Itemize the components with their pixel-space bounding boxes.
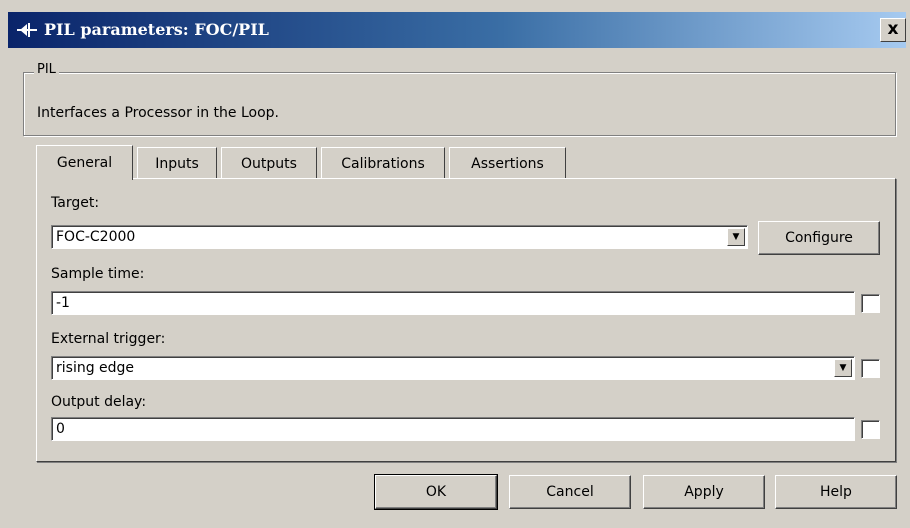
tab-calibrations[interactable]: Calibrations bbox=[321, 147, 445, 179]
external-trigger-value: rising edge bbox=[56, 360, 135, 376]
sample-time-label: Sample time: bbox=[51, 266, 145, 282]
sample-time-input[interactable]: -1 bbox=[51, 291, 855, 315]
close-button[interactable]: x bbox=[880, 18, 906, 42]
target-dropdown-button[interactable]: ▼ bbox=[727, 228, 745, 246]
external-trigger-label: External trigger: bbox=[51, 331, 166, 347]
output-delay-checkbox[interactable] bbox=[861, 420, 880, 439]
tab-inputs[interactable]: Inputs bbox=[137, 147, 217, 179]
block-icon bbox=[16, 20, 38, 40]
target-value: FOC-C2000 bbox=[56, 229, 136, 245]
ok-button[interactable]: OK bbox=[374, 474, 498, 510]
output-delay-value: 0 bbox=[56, 421, 65, 437]
apply-button[interactable]: Apply bbox=[643, 475, 765, 509]
close-icon: x bbox=[887, 19, 899, 39]
chevron-down-icon: ▼ bbox=[839, 363, 847, 373]
configure-label: Configure bbox=[785, 230, 853, 246]
window-title: PIL parameters: FOC/PIL bbox=[44, 20, 269, 39]
pil-group-box: PIL Interfaces a Processor in the Loop. bbox=[23, 62, 896, 136]
tab-general[interactable]: General bbox=[36, 145, 133, 180]
tab-label: General bbox=[56, 155, 113, 171]
title-bar[interactable]: PIL parameters: FOC/PIL x bbox=[8, 12, 906, 48]
tab-assertions[interactable]: Assertions bbox=[449, 147, 566, 179]
sample-time-checkbox[interactable] bbox=[861, 294, 880, 313]
tab-label: Assertions bbox=[471, 156, 544, 172]
target-label: Target: bbox=[51, 195, 100, 211]
external-trigger-dropdown[interactable]: rising edge bbox=[51, 356, 855, 380]
output-delay-label: Output delay: bbox=[51, 394, 147, 410]
help-button[interactable]: Help bbox=[775, 475, 897, 509]
tab-outputs[interactable]: Outputs bbox=[221, 147, 317, 179]
group-description: Interfaces a Processor in the Loop. bbox=[37, 105, 279, 121]
external-trigger-dropdown-button[interactable]: ▼ bbox=[834, 359, 852, 377]
tab-label: Inputs bbox=[155, 156, 199, 172]
cancel-label: Cancel bbox=[546, 484, 594, 500]
pil-parameters-dialog: PIL parameters: FOC/PIL x PIL Interfaces… bbox=[0, 0, 910, 528]
target-dropdown[interactable]: FOC-C2000 bbox=[51, 225, 748, 249]
chevron-down-icon: ▼ bbox=[732, 232, 740, 242]
cancel-button[interactable]: Cancel bbox=[509, 475, 631, 509]
ok-label: OK bbox=[425, 484, 447, 500]
help-label: Help bbox=[820, 484, 852, 500]
output-delay-input[interactable]: 0 bbox=[51, 417, 855, 441]
apply-label: Apply bbox=[684, 484, 724, 500]
group-legend: PIL bbox=[34, 62, 59, 77]
sample-time-value: -1 bbox=[56, 295, 70, 311]
configure-button[interactable]: Configure bbox=[758, 221, 880, 255]
tab-label: Calibrations bbox=[341, 156, 425, 172]
tab-label: Outputs bbox=[241, 156, 297, 172]
external-trigger-checkbox[interactable] bbox=[861, 359, 880, 378]
